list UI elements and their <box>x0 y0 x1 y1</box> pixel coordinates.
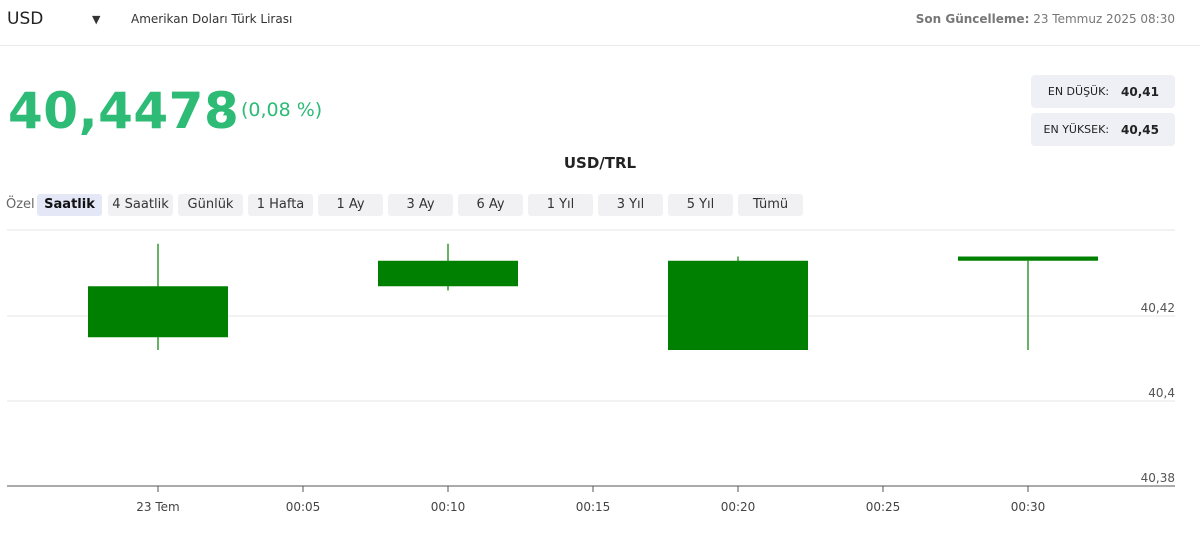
period-button-tümü[interactable]: Tümü <box>738 194 803 216</box>
top-bar: USD ▼ Amerikan Doları Türk Lirası Son Gü… <box>0 0 1200 46</box>
period-button-1-hafta[interactable]: 1 Hafta <box>248 194 313 216</box>
x-tick-label: 00:05 <box>286 500 321 514</box>
period-button-5-yıl[interactable]: 5 Yıl <box>668 194 733 216</box>
candlestick-chart: 40,42 40,4 40,38 23 Tem 00:05 00:10 00:15 00:20… <box>7 229 1175 514</box>
price-change: (0,08 %) <box>241 99 323 121</box>
x-tick-label: 00:25 <box>866 500 901 514</box>
last-update: Son Güncelleme: 23 Temmuz 2025 08:30 <box>916 12 1175 26</box>
period-button-3-yıl[interactable]: 3 Yıl <box>598 194 663 216</box>
high-value: 40,45 <box>1121 122 1159 137</box>
currency-name: Amerikan Doları Türk Lirası <box>131 12 293 26</box>
last-update-label: Son Güncelleme: <box>915 12 1030 26</box>
currency-dropdown-icon[interactable]: ▼ <box>92 13 100 26</box>
currency-code: USD <box>7 9 44 29</box>
x-tick-label: 00:20 <box>721 500 756 514</box>
period-button-günlük[interactable]: Günlük <box>178 194 243 216</box>
period-custom-label[interactable]: Özel <box>6 197 35 212</box>
period-button-1-ay[interactable]: 1 Ay <box>318 194 383 216</box>
x-tick-label: 00:10 <box>431 500 466 514</box>
x-tick-label: 23 Tem <box>136 500 179 514</box>
y-tick-label: 40,42 <box>1141 301 1175 315</box>
period-button-3-ay[interactable]: 3 Ay <box>388 194 453 216</box>
x-tick-label: 00:30 <box>1011 500 1046 514</box>
last-update-value: 23 Temmuz 2025 08:30 <box>1033 12 1175 26</box>
daily-high: EN YÜKSEK: 40,45 <box>1031 113 1175 146</box>
candle-body <box>88 286 228 338</box>
chart-title: USD/TRL <box>563 154 637 172</box>
y-tick-label: 40,4 <box>1148 386 1175 400</box>
period-button-saatlik[interactable]: Saatlik <box>37 194 102 216</box>
candle-body <box>958 256 1098 261</box>
x-tick-label: 00:15 <box>576 500 611 514</box>
low-label: EN DÜŞÜK: <box>1047 85 1110 98</box>
current-price: 40,4478 <box>8 82 240 140</box>
high-label: EN YÜKSEK: <box>1043 123 1110 136</box>
candle-body <box>378 260 518 287</box>
period-button-1-yıl[interactable]: 1 Yıl <box>528 194 593 216</box>
low-value: 40,41 <box>1121 84 1159 99</box>
period-button-6-ay[interactable]: 6 Ay <box>458 194 523 216</box>
candle-body <box>668 260 808 350</box>
y-tick-label: 40,38 <box>1141 471 1175 485</box>
up-arrow-icon: ▲ <box>223 104 232 117</box>
daily-low: EN DÜŞÜK: 40,41 <box>1031 75 1175 108</box>
period-button-4-saatlik[interactable]: 4 Saatlik <box>108 194 173 216</box>
